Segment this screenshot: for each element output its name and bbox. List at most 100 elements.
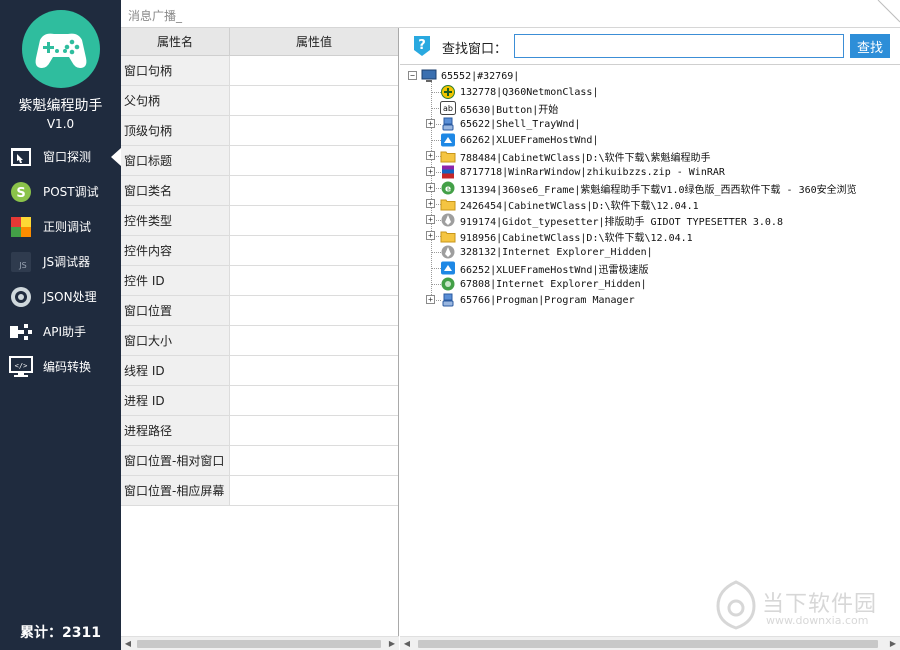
scroll-right-icon[interactable]: ▶ [385,637,399,650]
tree-node-expand-toggle[interactable]: + [426,167,435,176]
property-row[interactable]: 父句柄 [121,86,398,116]
message-text: 消息广播_ [128,9,183,23]
property-row[interactable]: 控件 ID [121,266,398,296]
property-row[interactable]: 顶级句柄 [121,116,398,146]
search-window-input[interactable] [514,34,844,58]
property-value[interactable] [230,356,398,385]
property-value[interactable] [230,386,398,415]
property-row[interactable]: 控件类型 [121,206,398,236]
json-icon [9,286,33,308]
nav-item-post-debug[interactable]: S POST调试 [0,174,121,209]
property-row[interactable]: 线程 ID [121,356,398,386]
tree-node[interactable]: 2426454|CabinetWClass|D:\软件下载\12.04.1 [440,196,699,212]
tree-node[interactable]: 67808|Internet Explorer_Hidden| [440,276,647,292]
property-value[interactable] [230,266,398,295]
nav-item-json[interactable]: JSON处理 [0,279,121,314]
tree-node-expand-toggle[interactable]: + [426,295,435,304]
property-row[interactable]: 窗口位置-相应屏幕 [121,476,398,506]
tree-node-expand-toggle[interactable]: + [426,151,435,160]
tree-node-expand-toggle[interactable]: + [426,119,435,128]
property-value[interactable] [230,206,398,235]
tree-node[interactable]: e 131394|360se6_Frame|紫魁编程助手下载V1.0绿色版_西西软… [440,180,857,196]
tree-node-expand-toggle[interactable]: + [426,231,435,240]
property-row[interactable]: 进程路径 [121,416,398,446]
tree-node-label: 66262|XLUEFrameHostWnd| [460,134,599,146]
gamepad-logo-icon [22,10,100,88]
tree-node-expand-toggle[interactable]: + [426,215,435,224]
property-value[interactable] [230,446,398,475]
property-value[interactable] [230,236,398,265]
property-row[interactable]: 窗口类名 [121,176,398,206]
nav-item-js-debugger[interactable]: JS JS调试器 [0,244,121,279]
property-value[interactable] [230,476,398,505]
folder-icon [440,229,456,243]
property-value[interactable] [230,56,398,85]
tree-root-collapse-toggle[interactable]: − [408,71,417,80]
property-name: 进程路径 [121,416,230,445]
computer-icon [440,117,456,131]
tree-node[interactable]: 132778|Q360NetmonClass| [440,84,598,100]
nav-item-regex[interactable]: 正则调试 [0,209,121,244]
tree-node[interactable]: ab 65630|Button|开始 [440,100,558,116]
nav-item-api-helper[interactable]: API助手 [0,314,121,349]
nav-item-window-probe[interactable]: 窗口探测 [0,139,121,174]
tree-root-node[interactable]: 65552|#32769| [421,68,519,84]
tree-node[interactable]: 65766|Progman|Program Manager [440,292,635,308]
property-row[interactable]: 窗口位置 [121,296,398,326]
property-value[interactable] [230,176,398,205]
js-icon: JS [9,251,33,273]
corner-decoration-icon [877,0,900,23]
tree-node[interactable]: 919174|Gidot_typesetter|排版助手 GIDOT TYPES… [440,212,783,228]
property-value[interactable] [230,326,398,355]
window-tree[interactable]: − 65552|#32769| 132778|Q360NetmonClass| a… [400,64,900,650]
monitor-icon [421,69,437,83]
tree-node-label: 65622|Shell_TrayWnd| [460,118,581,130]
property-horizontal-scrollbar[interactable]: ◀ ▶ [121,636,399,650]
tree-node[interactable]: 918956|CabinetWClass|D:\软件下载\12.04.1 [440,228,693,244]
total-counter: 累计：2311 [20,625,101,641]
property-name: 窗口类名 [121,176,230,205]
post-debug-icon: S [9,181,33,203]
property-value[interactable] [230,296,398,325]
sidebar-nav: 窗口探测 S POST调试 正则调试 JS JS调试器 JSON处理 API助手… [0,139,121,384]
property-name: 窗口标题 [121,146,230,175]
property-name: 父句柄 [121,86,230,115]
ab-icon: ab [440,101,456,115]
tree-node[interactable]: 328132|Internet Explorer_Hidden| [440,244,653,260]
tree-node[interactable]: 65622|Shell_TrayWnd| [440,116,580,132]
property-name: 窗口位置-相对窗口 [121,446,230,475]
column-header-value: 属性值 [295,35,332,49]
typesetter-icon [440,245,456,259]
watermark-url: www.downxia.com [766,614,869,627]
scroll-right-icon[interactable]: ▶ [886,637,900,650]
property-row[interactable]: 窗口位置-相对窗口 [121,446,398,476]
property-value[interactable] [230,116,398,145]
tree-node[interactable]: 66252|XLUEFrameHostWnd|迅雷极速版 [440,260,648,276]
tree-node[interactable]: 8717718|WinRarWindow|zhikuibzzs.zip - Wi… [440,164,725,180]
property-value[interactable] [230,416,398,445]
property-row[interactable]: 进程 ID [121,386,398,416]
search-button[interactable]: 查找 [850,34,890,58]
scroll-left-icon[interactable]: ◀ [121,637,135,650]
property-value[interactable] [230,146,398,175]
tree-node[interactable]: 66262|XLUEFrameHostWnd| [440,132,598,148]
app-version: V1.0 [46,117,75,131]
property-value[interactable] [230,86,398,115]
property-row[interactable]: 窗口句柄 [121,56,398,86]
scroll-thumb[interactable] [418,640,878,648]
tree-horizontal-scrollbar[interactable]: ◀ ▶ [400,636,900,650]
tree-node[interactable]: 788484|CabinetWClass|D:\软件下载\紫魁编程助手 [440,148,711,164]
scroll-thumb[interactable] [137,640,381,648]
property-name: 窗口大小 [121,326,230,355]
scroll-left-icon[interactable]: ◀ [400,637,414,650]
property-row[interactable]: 窗口标题 [121,146,398,176]
property-name: 控件 ID [121,266,230,295]
nav-item-encode-convert[interactable]: </> 编码转换 [0,349,121,384]
tree-node-expand-toggle[interactable]: + [426,183,435,192]
property-row[interactable]: 控件内容 [121,236,398,266]
tree-node-expand-toggle[interactable]: + [426,199,435,208]
regex-icon [9,216,33,238]
winrar-icon [440,165,456,179]
ie-green-icon [440,277,456,291]
property-row[interactable]: 窗口大小 [121,326,398,356]
